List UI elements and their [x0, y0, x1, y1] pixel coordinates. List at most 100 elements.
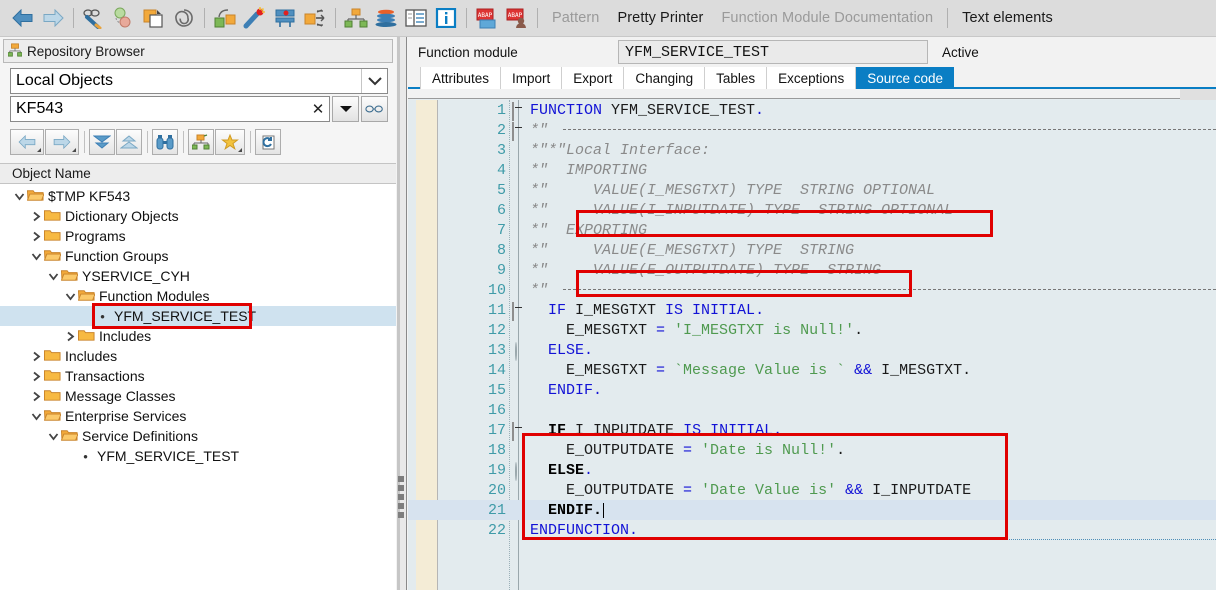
- tree-item-enterprise-services[interactable]: Enterprise Services: [0, 406, 396, 426]
- collapse-block-icon[interactable]: [512, 122, 525, 141]
- collapse-block-icon[interactable]: [512, 422, 525, 441]
- chevron-right-icon[interactable]: [29, 211, 44, 222]
- code-line[interactable]: 9 *" VALUE(E_OUTPUTDATE) TYPE STRING: [408, 260, 1216, 280]
- code-line[interactable]: 2 *": [408, 120, 1216, 141]
- toolbar-pattern-button[interactable]: Pattern: [543, 10, 608, 26]
- tab-tables[interactable]: Tables: [705, 67, 768, 89]
- chevron-right-icon[interactable]: [29, 371, 44, 382]
- display-change-icon[interactable]: [81, 5, 107, 31]
- copy-object-icon[interactable]: [141, 5, 167, 31]
- back-arrow-icon[interactable]: [10, 5, 36, 31]
- code-line[interactable]: 8 *" VALUE(E_MESGTXT) TYPE STRING: [408, 240, 1216, 260]
- code-line[interactable]: 22 ENDFUNCTION.: [408, 520, 1216, 540]
- collapse-block-icon[interactable]: [512, 102, 525, 121]
- code-line[interactable]: 11 IF I_MESGTXT IS INITIAL.: [408, 300, 1216, 321]
- tab-source-code[interactable]: Source code: [856, 67, 955, 89]
- check-object-icon[interactable]: [212, 5, 238, 31]
- code-line[interactable]: 4 *" IMPORTING: [408, 160, 1216, 180]
- test-execute-icon[interactable]: [272, 5, 298, 31]
- tree-item-yfm-service-test[interactable]: • YFM_SERVICE_TEST: [0, 306, 396, 326]
- transport-icon[interactable]: [302, 5, 328, 31]
- collapse-all-button[interactable]: [116, 129, 142, 155]
- object-search-input[interactable]: KF543 ✕: [10, 96, 330, 122]
- code-line[interactable]: 5 *" VALUE(I_MESGTXT) TYPE STRING OPTIONA…: [408, 180, 1216, 200]
- chevron-down-icon[interactable]: [29, 251, 44, 262]
- chevron-down-icon[interactable]: [361, 69, 387, 93]
- chevron-down-icon[interactable]: [46, 431, 61, 442]
- code-line[interactable]: 13 ELSE.: [408, 340, 1216, 361]
- code-line[interactable]: 3 *"*"Local Interface:: [408, 140, 1216, 160]
- chevron-down-icon[interactable]: [12, 191, 27, 202]
- nav-forward-button[interactable]: [45, 129, 79, 155]
- tab-attributes[interactable]: Attributes: [420, 67, 502, 89]
- expand-all-button[interactable]: [89, 129, 115, 155]
- tab-changing[interactable]: Changing: [624, 67, 706, 89]
- code-line[interactable]: 6 *" VALUE(I_INPUTDATE) TYPE STRING OPTIO…: [408, 200, 1216, 220]
- tree-item-service-definitions[interactable]: Service Definitions: [0, 426, 396, 446]
- dropdown-triangle-icon[interactable]: [37, 148, 41, 152]
- tree-item-tmp-kf543[interactable]: $TMP KF543: [0, 186, 396, 206]
- spiral-where-used-icon[interactable]: [171, 5, 197, 31]
- code-line[interactable]: 16: [408, 400, 1216, 420]
- stack-icon[interactable]: [373, 5, 399, 31]
- chevron-down-icon[interactable]: [46, 271, 61, 282]
- tree-item-yservice-cyh[interactable]: YSERVICE_CYH: [0, 266, 396, 286]
- tab-exceptions[interactable]: Exceptions: [767, 67, 857, 89]
- dropdown-triangle-icon[interactable]: [238, 148, 242, 152]
- tree-item-dictionary-objects[interactable]: Dictionary Objects: [0, 206, 396, 226]
- code-line[interactable]: 21 ENDIF.: [408, 500, 1216, 520]
- chevron-right-icon[interactable]: [29, 231, 44, 242]
- toolbar-text-elements-button[interactable]: Text elements: [953, 10, 1062, 26]
- tree-item-programs[interactable]: Programs: [0, 226, 396, 246]
- forward-arrow-icon[interactable]: [40, 5, 66, 31]
- chevron-right-icon[interactable]: [29, 351, 44, 362]
- code-line[interactable]: 18 E_OUTPUTDATE = 'Date is Null!'.: [408, 440, 1216, 460]
- code-line[interactable]: 17 IF I_INPUTDATE IS INITIAL.: [408, 420, 1216, 441]
- activate-icon[interactable]: [242, 5, 268, 31]
- chevron-right-icon[interactable]: [63, 331, 78, 342]
- tree-item-includes[interactable]: Includes: [0, 346, 396, 366]
- object-tree[interactable]: $TMP KF543 Dictionary Objects Programs Func…: [0, 184, 396, 590]
- tree-item-function-groups[interactable]: Function Groups: [0, 246, 396, 266]
- user-debug-icon[interactable]: ABAP: [504, 5, 530, 31]
- chevron-down-icon[interactable]: [63, 291, 78, 302]
- code-line[interactable]: 14 E_MESGTXT = `Message Value is ` && I_…: [408, 360, 1216, 380]
- toolbar-fm-documentation-button[interactable]: Function Module Documentation: [712, 10, 942, 26]
- code-line[interactable]: 19 ELSE.: [408, 460, 1216, 481]
- object-hierarchy-icon[interactable]: [188, 129, 214, 155]
- tab-import[interactable]: Import: [501, 67, 563, 89]
- chevron-down-icon[interactable]: [29, 411, 44, 422]
- abap-debugger-icon[interactable]: ABAP: [474, 5, 500, 31]
- toolbar-pretty-printer-button[interactable]: Pretty Printer: [608, 10, 712, 26]
- table-icon[interactable]: [403, 5, 429, 31]
- tree-item-message-classes[interactable]: Message Classes: [0, 386, 396, 406]
- refresh-icon[interactable]: [255, 129, 281, 155]
- panel-splitter[interactable]: [396, 37, 408, 590]
- dropdown-triangle-icon[interactable]: [72, 148, 76, 152]
- tree-item-includes[interactable]: Includes: [0, 326, 396, 346]
- clear-x-icon[interactable]: ✕: [310, 100, 326, 118]
- code-line[interactable]: 20 E_OUTPUTDATE = 'Date Value is' && I_I…: [408, 480, 1216, 500]
- object-hierarchy-icon[interactable]: [343, 5, 369, 31]
- tree-item-transactions[interactable]: Transactions: [0, 366, 396, 386]
- code-line[interactable]: 7 *" EXPORTING: [408, 220, 1216, 240]
- collapse-block-icon[interactable]: [512, 302, 525, 321]
- chevron-right-icon[interactable]: [29, 391, 44, 402]
- code-editor[interactable]: 1 FUNCTION YFM_SERVICE_TEST. 2 *" 3 *"*"Local…: [408, 100, 1216, 590]
- glasses-icon[interactable]: [361, 96, 388, 122]
- tab-export[interactable]: Export: [562, 67, 625, 89]
- object-category-select[interactable]: Local Objects: [10, 68, 388, 94]
- binoculars-icon[interactable]: [152, 129, 178, 155]
- code-line[interactable]: 10 *": [408, 280, 1216, 300]
- nav-back-button[interactable]: [10, 129, 44, 155]
- search-history-dropdown-button[interactable]: [332, 96, 359, 122]
- tree-item-yfm-service-test[interactable]: • YFM_SERVICE_TEST: [0, 446, 396, 466]
- other-object-icon[interactable]: [111, 5, 137, 31]
- info-icon[interactable]: [433, 5, 459, 31]
- favorites-button[interactable]: [215, 129, 245, 155]
- function-module-name-field[interactable]: YFM_SERVICE_TEST: [618, 40, 928, 64]
- code-line[interactable]: 1 FUNCTION YFM_SERVICE_TEST.: [408, 100, 1216, 121]
- code-line[interactable]: 12 E_MESGTXT = 'I_MESGTXT is Null!'.: [408, 320, 1216, 340]
- code-line[interactable]: 15 ENDIF.: [408, 380, 1216, 400]
- tree-item-function-modules[interactable]: Function Modules: [0, 286, 396, 306]
